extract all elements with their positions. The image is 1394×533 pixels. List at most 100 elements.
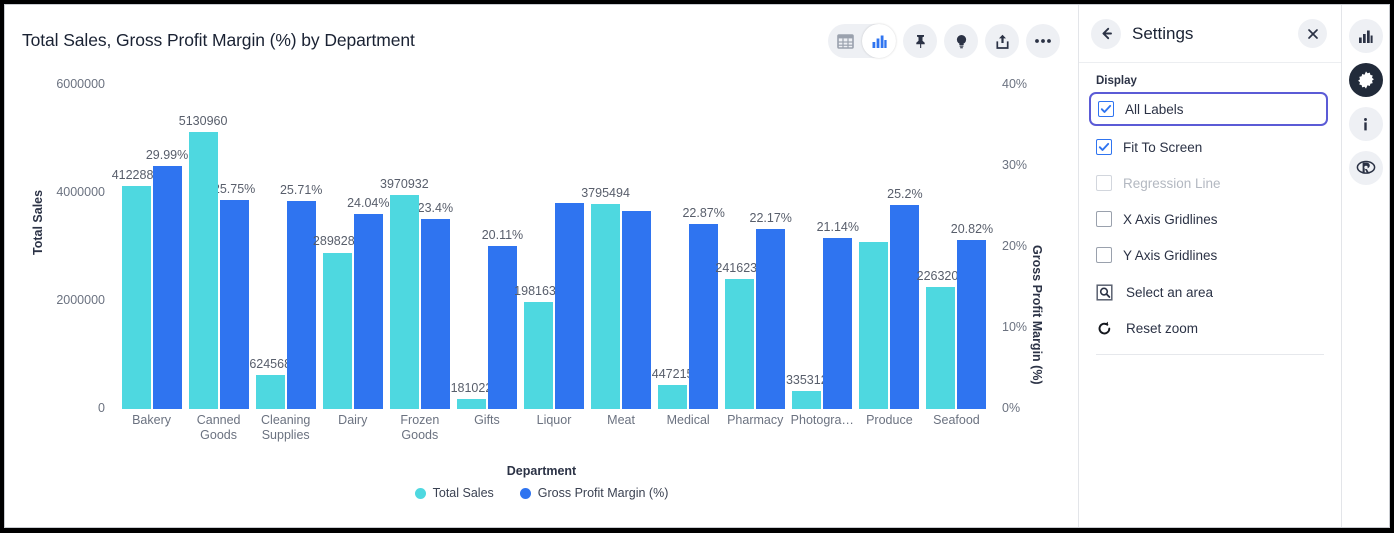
right-rail [1341, 5, 1389, 527]
bar-total-sales[interactable] [456, 399, 486, 409]
y-axis-left-title: Total Sales [31, 189, 45, 255]
setting-option-fit-to-screen[interactable]: Fit To Screen [1079, 132, 1341, 162]
checkbox-icon[interactable] [1098, 101, 1114, 117]
bar-group [524, 67, 584, 409]
bar-gross-profit-margin[interactable] [353, 214, 383, 409]
rail-info-icon[interactable] [1348, 107, 1383, 141]
x-axis-title: Department [506, 464, 577, 478]
bar-total-sales[interactable] [188, 131, 218, 409]
pin-icon[interactable] [903, 24, 937, 58]
bar-total-sales[interactable] [725, 278, 755, 409]
chart-toolbar [828, 24, 1060, 58]
bar-total-sales[interactable] [859, 242, 889, 409]
setting-option-y-axis-gridlines[interactable]: Y Axis Gridlines [1079, 240, 1341, 270]
bar-group [322, 67, 383, 409]
x-axis-category-label: Seafood [933, 413, 980, 427]
legend-color-dot [519, 487, 531, 499]
bar-gross-profit-margin[interactable] [286, 200, 316, 409]
more-options-icon[interactable] [1026, 24, 1060, 58]
bar-gross-profit-margin[interactable] [219, 200, 249, 409]
bar-total-sales[interactable] [389, 194, 419, 409]
chart-window: Total Sales, Gross Profit Margin (%) by … [4, 4, 1390, 528]
page-title: Total Sales, Gross Profit Margin (%) by … [22, 30, 415, 50]
settings-panel: Settings Display All Labels Fit To Screen… [1078, 5, 1341, 527]
bar-total-sales[interactable] [524, 302, 553, 409]
checkbox-icon[interactable] [1096, 139, 1112, 155]
y-axis-right-tick: 40% [1002, 77, 1028, 91]
back-arrow-icon[interactable] [1091, 18, 1121, 49]
bar-group [121, 67, 182, 409]
legend-color-dot [414, 487, 426, 499]
x-axis-category-label: Produce [866, 413, 913, 427]
settings-actions-list: Select an area Reset zoom [1079, 276, 1341, 345]
checkbox-icon [1096, 175, 1112, 191]
rail-r-logo-icon[interactable] [1348, 151, 1383, 185]
bar-group [188, 67, 249, 409]
bar-gross-profit-margin[interactable] [622, 210, 652, 409]
close-icon[interactable] [1298, 19, 1327, 48]
chart-view-icon[interactable] [862, 24, 896, 58]
setting-option-x-axis-gridlines[interactable]: X Axis Gridlines [1079, 204, 1341, 234]
legend-label: Gross Profit Margin (%) [537, 486, 669, 500]
setting-option-all-labels[interactable]: All Labels [1089, 92, 1328, 126]
bar-total-sales[interactable] [926, 286, 956, 409]
bar-total-sales[interactable] [591, 204, 621, 409]
bar-total-sales[interactable] [322, 252, 352, 409]
settings-header: Settings [1079, 5, 1341, 63]
x-axis-category-label: Bakery [132, 413, 171, 427]
bar-total-sales[interactable] [255, 375, 285, 409]
rail-chart-icon[interactable] [1348, 19, 1383, 53]
bar-gross-profit-margin[interactable] [420, 219, 450, 409]
bar-gross-profit-margin[interactable] [555, 203, 584, 409]
setting-option-regression-line: Regression Line [1079, 168, 1341, 198]
bar-group [456, 67, 517, 409]
bar-gross-profit-margin[interactable] [487, 246, 517, 409]
setting-action-reset-zoom[interactable]: Reset zoom [1079, 312, 1341, 345]
bar-total-sales[interactable] [658, 384, 688, 409]
setting-action-select-an-area[interactable]: Select an area [1079, 276, 1341, 309]
bar-group [389, 67, 450, 409]
y-axis-left-tick: 6000000 [56, 77, 105, 91]
x-axis-category-label: Frozen Goods [400, 413, 440, 442]
bar-gross-profit-margin[interactable] [689, 223, 719, 409]
x-axis-category-label: Cleaning Supplies [261, 413, 311, 442]
bar-total-sales[interactable] [121, 186, 151, 409]
y-axis-right-tick: 10% [1002, 320, 1028, 334]
x-axis-category-label: Photogra… [790, 413, 854, 427]
x-axis-category-label: Gifts [474, 413, 500, 427]
display-section-label: Display [1096, 75, 1137, 87]
bar-group [926, 67, 987, 409]
bar-gross-profit-margin[interactable] [756, 229, 786, 409]
panel-divider [1096, 354, 1324, 355]
legend-item[interactable]: Gross Profit Margin (%) [519, 486, 669, 500]
setting-option-label: X Axis Gridlines [1123, 211, 1218, 227]
setting-action-label: Select an area [1126, 285, 1214, 300]
table-view-icon[interactable] [828, 24, 862, 58]
share-icon[interactable] [985, 24, 1019, 58]
legend-item[interactable]: Total Sales [414, 486, 494, 500]
setting-option-label: Y Axis Gridlines [1123, 247, 1218, 263]
bar-gross-profit-margin[interactable] [957, 240, 987, 409]
settings-title: Settings [1132, 23, 1194, 43]
bar-group [792, 67, 853, 409]
bar-group [725, 67, 786, 409]
bar-group [658, 67, 719, 409]
setting-option-label: Regression Line [1123, 175, 1221, 191]
chart-legend: Total Sales Gross Profit Margin (%) [5, 486, 1078, 500]
bar-groups: 4122881 29.99% Bakery 5130960 25.75% Canned G… [112, 67, 993, 442]
bar-total-sales[interactable] [792, 390, 822, 409]
checkbox-icon[interactable] [1096, 211, 1112, 227]
x-axis-category-label: Medical [666, 413, 710, 427]
y-axis-left-tick: 2000000 [56, 293, 105, 307]
setting-option-label: All Labels [1125, 101, 1184, 117]
y-axis-left-tick: 4000000 [56, 185, 105, 199]
bar-gross-profit-margin[interactable] [890, 204, 920, 409]
insights-bulb-icon[interactable] [944, 24, 978, 58]
rail-settings-gear-icon[interactable] [1348, 63, 1383, 97]
bar-gross-profit-margin[interactable] [152, 166, 182, 409]
y-axis-right-tick: 0% [1002, 401, 1021, 415]
bar-gross-profit-margin[interactable] [823, 237, 853, 409]
x-axis-category-label: Pharmacy [727, 413, 784, 427]
view-toggle-group [828, 24, 896, 58]
checkbox-icon[interactable] [1096, 247, 1112, 263]
